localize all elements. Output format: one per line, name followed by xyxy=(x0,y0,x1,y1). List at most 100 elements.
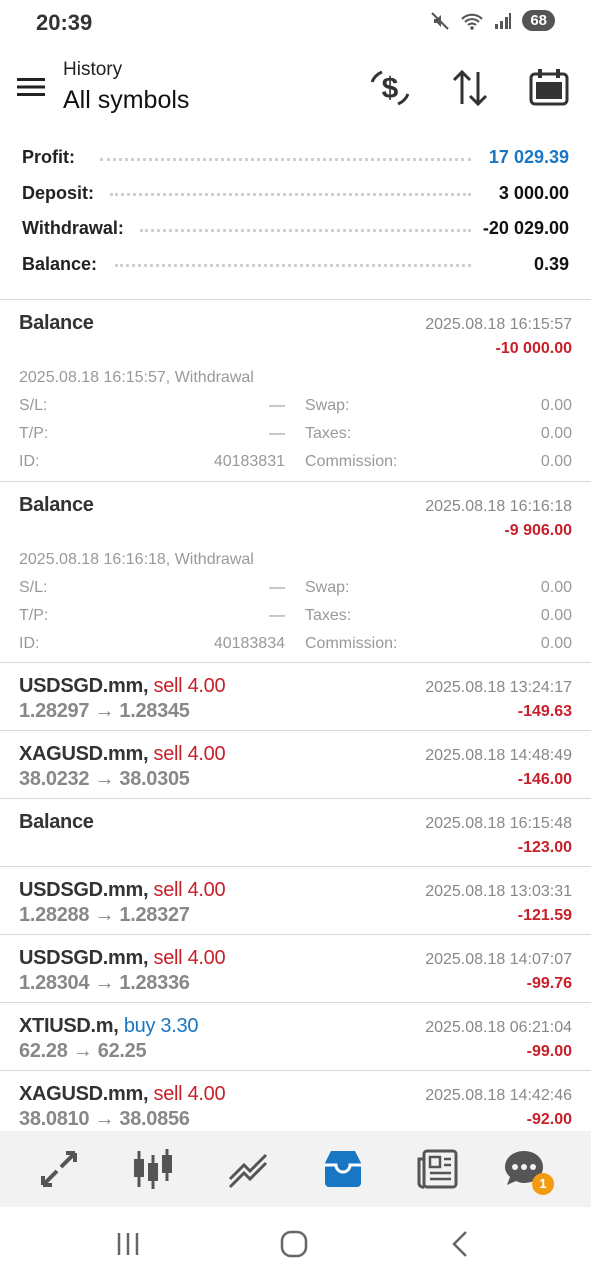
summary-withdrawal-row: Withdrawal: -20 029.00 xyxy=(0,211,591,247)
deal-profit: -92.00 xyxy=(526,1111,572,1128)
news-icon[interactable] xyxy=(414,1145,462,1193)
page-title[interactable]: All symbols xyxy=(63,86,189,115)
tp-label: T/P: xyxy=(19,425,49,442)
sl-label: S/L: xyxy=(19,579,48,596)
deal-detail: 2025.08.18 16:16:18, Withdrawal xyxy=(19,551,254,568)
taxes-label: Taxes: xyxy=(305,607,352,624)
menu-icon[interactable] xyxy=(16,72,46,102)
sl-label: S/L: xyxy=(19,397,48,414)
taxes-label: Taxes: xyxy=(305,425,352,442)
deal-time: 2025.08.18 16:16:18 xyxy=(425,498,572,515)
trade-icon[interactable] xyxy=(224,1145,272,1193)
chat-button[interactable]: 1 xyxy=(500,1145,554,1195)
summary-deposit-row: Deposit: 3 000.00 xyxy=(0,176,591,212)
summary-panel: Profit: 17 029.39 Deposit: 3 000.00 With… xyxy=(0,140,591,282)
deal-title: Balance xyxy=(19,312,94,334)
taxes-value: 0.00 xyxy=(540,425,572,442)
calendar-icon[interactable] xyxy=(527,66,571,110)
deal-row[interactable]: XTIUSD.m, buy 3.30 62.28 → 62.25 2025.08… xyxy=(0,1002,591,1070)
status-icons: 68 xyxy=(430,10,555,31)
quotes-icon[interactable] xyxy=(35,1145,83,1193)
commission-label: Commission: xyxy=(305,453,398,470)
deal-side: sell 4.00 xyxy=(153,879,226,901)
home-icon[interactable] xyxy=(274,1227,314,1261)
summary-balance-row: Balance: 0.39 xyxy=(0,247,591,283)
swap-label: Swap: xyxy=(305,397,350,414)
summary-label: Balance: xyxy=(22,253,106,275)
bottom-nav: 1 xyxy=(0,1131,591,1207)
symbol-name: USDSGD.mm, xyxy=(19,675,149,697)
summary-label: Profit: xyxy=(22,147,83,169)
commission-label: Commission: xyxy=(305,635,398,652)
symbol-name: XAGUSD.mm, xyxy=(19,1083,149,1105)
deal-prices: 38.0810 → 38.0856 xyxy=(19,1108,190,1130)
deal-profit: -10 000.00 xyxy=(495,340,572,357)
status-time: 20:39 xyxy=(36,10,93,35)
deal-symbol: XTIUSD.m, buy 3.30 xyxy=(19,1015,198,1038)
deal-prices: 1.28297 → 1.28345 xyxy=(19,700,190,722)
chat-badge: 1 xyxy=(532,1173,554,1195)
symbol-name: XAGUSD.mm, xyxy=(19,743,149,765)
history-list[interactable]: Balance 2025.08.18 16:15:57 -10 000.00 2… xyxy=(0,299,591,1131)
deal-symbol: USDSGD.mm, sell 4.00 xyxy=(19,947,226,970)
mute-icon xyxy=(431,11,450,30)
deal-symbol: USDSGD.mm, sell 4.00 xyxy=(19,879,226,902)
swap-value: 0.00 xyxy=(540,579,572,596)
symbol-name: USDSGD.mm, xyxy=(19,879,149,901)
swap-value: 0.00 xyxy=(540,397,572,414)
commission-value: 0.00 xyxy=(540,635,572,652)
deal-time: 2025.08.18 16:15:48 xyxy=(425,815,572,832)
deal-symbol: USDSGD.mm, sell 4.00 xyxy=(19,675,226,698)
summary-label: Withdrawal: xyxy=(22,218,132,240)
deal-profit: -99.00 xyxy=(526,1043,572,1060)
summary-balance-value: 0.39 xyxy=(525,253,569,275)
taxes-value: 0.00 xyxy=(540,607,572,624)
id-value: 40183831 xyxy=(213,453,285,470)
deal-title: Balance xyxy=(19,811,94,833)
deal-time: 2025.08.18 13:24:17 xyxy=(425,679,572,696)
sort-icon[interactable] xyxy=(448,66,492,110)
deal-prices: 1.28304 → 1.28336 xyxy=(19,972,190,994)
tp-value: — xyxy=(269,607,285,624)
deal-row[interactable]: XAGUSD.mm, sell 4.00 38.0810 → 38.0856 2… xyxy=(0,1070,591,1131)
dotted-leader xyxy=(110,193,471,197)
dotted-leader xyxy=(100,157,471,161)
deal-time: 2025.08.18 14:42:46 xyxy=(425,1087,572,1104)
battery-indicator: 68 xyxy=(522,10,555,31)
status-bar: 20:39 68 xyxy=(0,0,591,48)
dotted-leader xyxy=(115,264,471,268)
history-icon[interactable] xyxy=(319,1145,367,1193)
deal-prices: 62.28 → 62.25 xyxy=(19,1040,147,1062)
recent-apps-icon[interactable] xyxy=(108,1227,148,1261)
sl-value: — xyxy=(269,397,285,414)
balance-item-expanded[interactable]: Balance 2025.08.18 16:15:57 -10 000.00 2… xyxy=(0,299,591,481)
deal-row[interactable]: USDSGD.mm, sell 4.00 1.28288 → 1.28327 2… xyxy=(0,866,591,934)
deal-side: buy 3.30 xyxy=(123,1015,199,1037)
back-icon[interactable] xyxy=(440,1227,480,1261)
deal-profit: -99.76 xyxy=(526,975,572,992)
signal-icon xyxy=(495,12,512,29)
deal-time: 2025.08.18 13:03:31 xyxy=(425,883,572,900)
deal-profit: -123.00 xyxy=(517,839,572,856)
deal-row[interactable]: XAGUSD.mm, sell 4.00 38.0232 → 38.0305 2… xyxy=(0,730,591,798)
summary-profit-value: 17 029.39 xyxy=(480,147,569,169)
deal-row[interactable]: USDSGD.mm, sell 4.00 1.28304 → 1.28336 2… xyxy=(0,934,591,1002)
deal-side: sell 4.00 xyxy=(153,1083,226,1105)
balance-row[interactable]: Balance 2025.08.18 16:15:48 -123.00 xyxy=(0,798,591,866)
balance-item-expanded[interactable]: Balance 2025.08.18 16:16:18 -9 906.00 20… xyxy=(0,481,591,662)
deal-time: 2025.08.18 06:21:04 xyxy=(425,1019,572,1036)
chart-icon[interactable] xyxy=(129,1145,177,1193)
app-bar: History All symbols $ xyxy=(0,48,591,134)
deal-time: 2025.08.18 14:07:07 xyxy=(425,951,572,968)
sl-value: — xyxy=(269,579,285,596)
system-nav-bar xyxy=(0,1207,591,1280)
tp-label: T/P: xyxy=(19,607,49,624)
deal-time: 2025.08.18 16:15:57 xyxy=(425,316,572,333)
deal-row[interactable]: USDSGD.mm, sell 4.00 1.28297 → 1.28345 2… xyxy=(0,662,591,730)
summary-deposit-value: 3 000.00 xyxy=(490,182,569,204)
summary-withdrawal-value: -20 029.00 xyxy=(474,218,569,240)
dollar-exchange-icon[interactable]: $ xyxy=(368,66,412,110)
symbol-name: XTIUSD.m, xyxy=(19,1015,119,1037)
deal-prices: 1.28288 → 1.28327 xyxy=(19,904,190,926)
commission-value: 0.00 xyxy=(540,453,572,470)
